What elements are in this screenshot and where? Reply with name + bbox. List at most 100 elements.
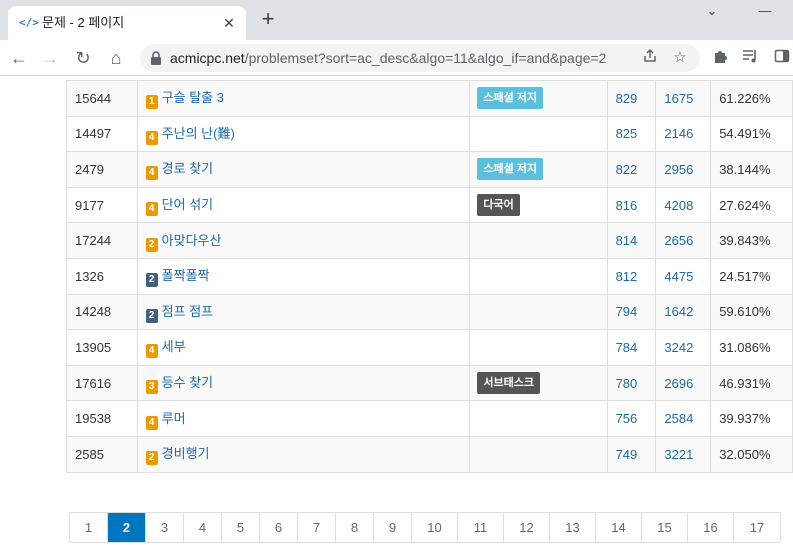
solved-count: 780 xyxy=(606,364,657,402)
solved-count: 825 xyxy=(606,115,657,153)
browser-tab[interactable]: </> 문제 - 2 페이지 ✕ xyxy=(8,6,246,40)
solved-count-link[interactable]: 784 xyxy=(616,340,638,355)
tier-badge-icon: 4 xyxy=(145,130,158,145)
address-bar[interactable]: acmicpc.net/problemset?sort=ac_desc&algo… xyxy=(140,44,700,72)
table-row: 2585 2 경비행기 749 3221 32.050% xyxy=(66,435,793,473)
page-link[interactable]: 17 xyxy=(734,513,780,542)
submit-count-link[interactable]: 2956 xyxy=(664,162,693,177)
solved-count: 784 xyxy=(606,329,657,366)
submit-count: 2656 xyxy=(655,222,712,259)
problem-title-link[interactable]: 경비행기 xyxy=(162,446,210,461)
page-link[interactable]: 6 xyxy=(260,513,298,542)
correct-rate: 54.491% xyxy=(710,115,793,153)
solved-count-link[interactable]: 812 xyxy=(616,269,638,284)
tier-badge-icon: 1 xyxy=(145,95,158,110)
problem-tag-badge[interactable]: 서브태스크 xyxy=(477,372,540,395)
correct-rate: 27.624% xyxy=(710,186,793,224)
solved-count: 756 xyxy=(606,400,657,437)
problem-id: 14248 xyxy=(66,293,138,331)
submit-count-link[interactable]: 3242 xyxy=(664,340,693,355)
solved-count-link[interactable]: 822 xyxy=(616,162,638,177)
tier-badge-icon: 3 xyxy=(145,380,158,395)
problem-title-cell: 2 점프 점프 xyxy=(136,293,471,331)
page-link[interactable]: 11 xyxy=(458,513,504,542)
problem-tag-badge[interactable]: 스페셜 저지 xyxy=(477,87,544,110)
problem-title-link[interactable]: 루머 xyxy=(162,411,186,426)
submit-count-link[interactable]: 2696 xyxy=(664,376,693,391)
reload-button[interactable]: ↻ xyxy=(71,46,95,70)
solved-count-link[interactable]: 780 xyxy=(616,376,638,391)
submit-count-link[interactable]: 2584 xyxy=(664,411,693,426)
page-link[interactable]: 8 xyxy=(336,513,374,542)
page-link[interactable]: 12 xyxy=(504,513,550,542)
page-link[interactable]: 9 xyxy=(374,513,412,542)
page-link[interactable]: 10 xyxy=(412,513,458,542)
submit-count: 1675 xyxy=(655,80,712,117)
problem-title-link[interactable]: 경로 찾기 xyxy=(162,161,213,176)
submit-count-link[interactable]: 3221 xyxy=(664,447,693,462)
page-link[interactable]: 2 xyxy=(108,513,146,542)
page-link[interactable]: 16 xyxy=(688,513,734,542)
solved-count-link[interactable]: 749 xyxy=(616,447,638,462)
solved-count-link[interactable]: 814 xyxy=(616,233,638,248)
sidepanel-icon[interactable] xyxy=(772,48,792,68)
media-icon[interactable] xyxy=(741,48,761,68)
solved-count: 822 xyxy=(606,151,657,188)
problem-title-link[interactable]: 아맞다우산 xyxy=(162,233,222,248)
puzzle-icon[interactable] xyxy=(711,48,731,68)
solved-count-link[interactable]: 816 xyxy=(616,198,638,213)
share-icon[interactable] xyxy=(640,48,660,68)
problem-tag-cell xyxy=(469,222,608,259)
page-link[interactable]: 13 xyxy=(550,513,596,542)
solved-count-link[interactable]: 829 xyxy=(616,91,638,106)
page-link[interactable]: 15 xyxy=(642,513,688,542)
chevron-down-icon[interactable]: ⌄ xyxy=(692,2,732,20)
star-icon[interactable]: ☆ xyxy=(670,48,690,68)
solved-count-link[interactable]: 794 xyxy=(616,304,638,319)
problem-title-link[interactable]: 폴짝폴짝 xyxy=(162,268,210,283)
solved-count: 749 xyxy=(606,435,657,473)
page-link[interactable]: 3 xyxy=(146,513,184,542)
home-button[interactable]: ⌂ xyxy=(104,46,128,70)
back-button[interactable]: ← xyxy=(7,46,31,70)
submit-count-link[interactable]: 1642 xyxy=(664,304,693,319)
table-row: 15644 1 구슬 탈출 3 스페셜 저지 829 1675 61.226% xyxy=(66,80,793,117)
problem-id: 1326 xyxy=(66,257,138,295)
problem-title-link[interactable]: 점프 점프 xyxy=(162,304,213,319)
submit-count-link[interactable]: 4208 xyxy=(664,198,693,213)
forward-button[interactable]: → xyxy=(38,46,62,70)
close-icon[interactable]: ✕ xyxy=(220,14,238,32)
problem-title-link[interactable]: 세부 xyxy=(162,339,186,354)
tier-badge-icon: 2 xyxy=(145,237,158,252)
problem-title-cell: 4 경로 찾기 xyxy=(136,151,471,188)
table-row: 17244 2 아맞다우산 814 2656 39.843% xyxy=(66,222,793,259)
solved-count-link[interactable]: 825 xyxy=(616,126,638,141)
page-link[interactable]: 4 xyxy=(184,513,222,542)
submit-count-link[interactable]: 2146 xyxy=(664,126,693,141)
page-link[interactable]: 5 xyxy=(222,513,260,542)
page-link[interactable]: 1 xyxy=(70,513,108,542)
page-link[interactable]: 7 xyxy=(298,513,336,542)
solved-count-link[interactable]: 756 xyxy=(616,411,638,426)
new-tab-button[interactable]: + xyxy=(256,8,280,32)
submit-count-link[interactable]: 1675 xyxy=(664,91,693,106)
problem-id: 13905 xyxy=(66,329,138,366)
problem-title-cell: 4 단어 섞기 xyxy=(136,186,471,224)
problem-tag-badge[interactable]: 다국어 xyxy=(477,194,520,217)
problem-tag-badge[interactable]: 스페셜 저지 xyxy=(477,158,544,181)
table-row: 17616 3 등수 찾기 서브태스크 780 2696 46.931% xyxy=(66,364,793,402)
problem-id: 2479 xyxy=(66,151,138,188)
submit-count-link[interactable]: 2656 xyxy=(664,233,693,248)
problem-tag-cell: 다국어 xyxy=(469,186,608,224)
table-row: 14497 4 주난의 난(難) 825 2146 54.491% xyxy=(66,115,793,153)
problem-title-link[interactable]: 단어 섞기 xyxy=(162,197,213,212)
problem-title-link[interactable]: 주난의 난(難) xyxy=(162,126,235,141)
problem-title-link[interactable]: 구슬 탈출 3 xyxy=(162,90,224,105)
submit-count-link[interactable]: 4475 xyxy=(664,269,693,284)
problem-title-link[interactable]: 등수 찾기 xyxy=(162,375,213,390)
problem-id: 2585 xyxy=(66,435,138,473)
minimize-button[interactable]: — xyxy=(745,2,785,20)
tab-title: 문제 - 2 페이지 xyxy=(42,15,125,30)
submit-count: 4208 xyxy=(655,186,712,224)
page-link[interactable]: 14 xyxy=(596,513,642,542)
